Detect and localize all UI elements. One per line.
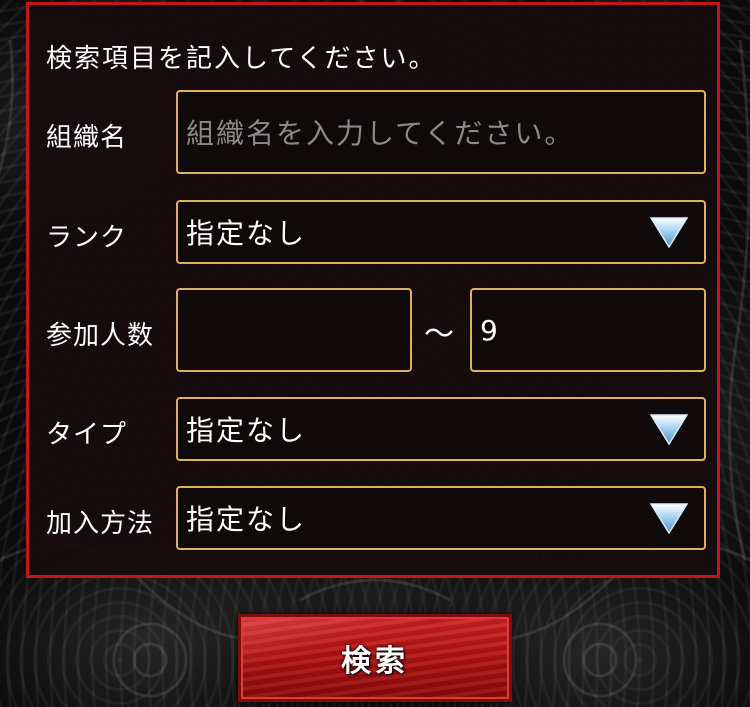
triangle-down-icon [650, 217, 688, 248]
org-name-placeholder: 組織名を入力してください。 [186, 117, 575, 150]
org-name-input[interactable]: 組織名を入力してください。 [176, 90, 706, 174]
join-method-label: 加入方法 [46, 509, 155, 539]
rank-select[interactable]: 指定なし [176, 200, 706, 264]
search-button-label: 検索 [341, 644, 409, 679]
triangle-down-icon [650, 414, 688, 445]
type-selected-value: 指定なし [186, 414, 307, 447]
members-max-input[interactable]: 9 [470, 288, 706, 372]
rank-label: ランク [46, 223, 128, 253]
type-select[interactable]: 指定なし [176, 397, 706, 461]
range-separator: ～ [424, 317, 454, 352]
org-name-label: 組織名 [46, 123, 128, 153]
members-max-value: 9 [480, 313, 500, 347]
members-min-input[interactable] [176, 288, 412, 372]
join-method-select[interactable]: 指定なし [176, 486, 706, 550]
join-method-selected-value: 指定なし [186, 503, 307, 536]
form-instruction: 検索項目を記入してください。 [46, 44, 437, 74]
search-button[interactable]: 検索 [238, 614, 512, 702]
type-label: タイプ [46, 420, 128, 450]
rank-selected-value: 指定なし [186, 217, 307, 250]
triangle-down-icon [650, 503, 688, 534]
members-label: 参加人数 [46, 321, 155, 351]
